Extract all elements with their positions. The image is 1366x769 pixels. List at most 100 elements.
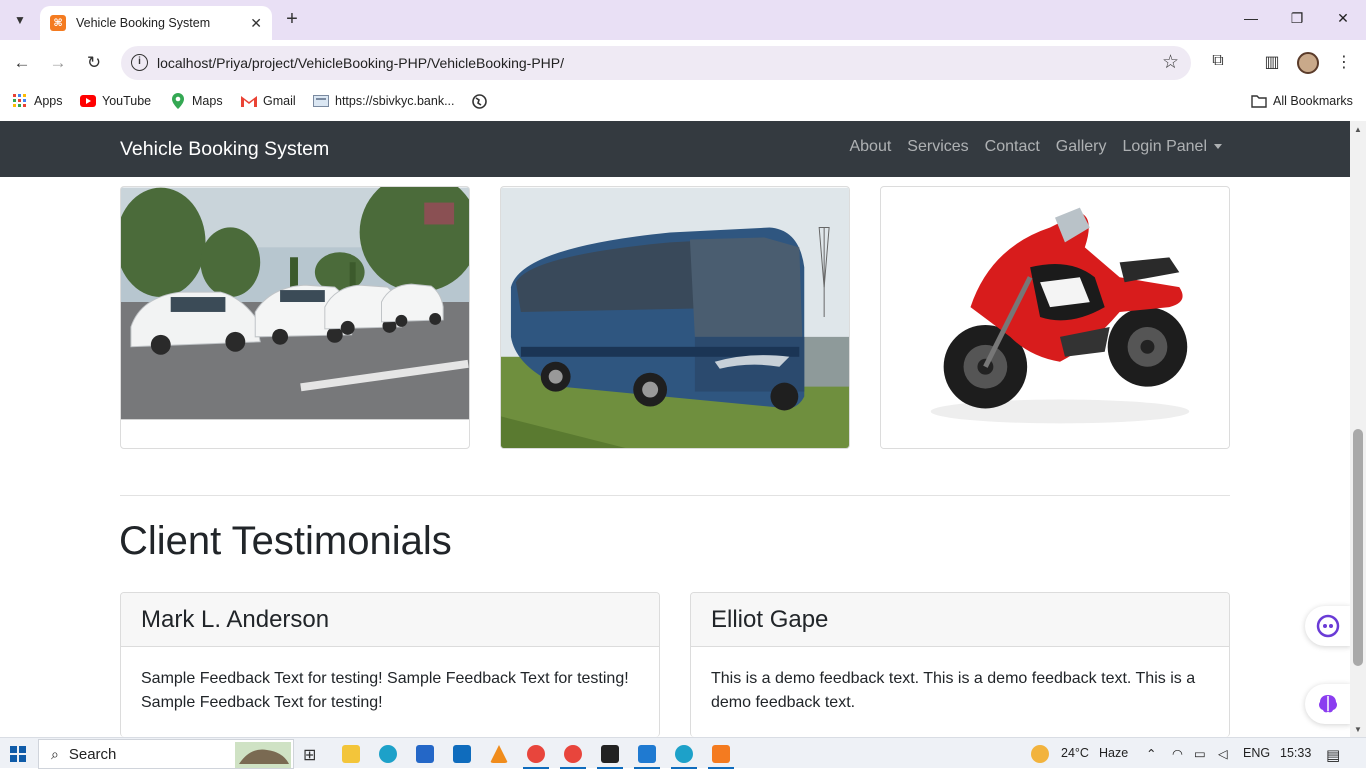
clock-time[interactable]: 15:33 xyxy=(1280,746,1311,760)
url-text[interactable]: localhost/Priya/project/VehicleBooking-P… xyxy=(157,55,564,71)
chrome-icon[interactable] xyxy=(523,745,549,769)
scrollbar-thumb[interactable] xyxy=(1353,429,1363,666)
testimonial-card: Elliot Gape This is a demo feedback text… xyxy=(690,592,1230,737)
address-bar[interactable]: i localhost/Priya/project/VehicleBooking… xyxy=(121,46,1191,80)
notifications-icon[interactable]: ▤ xyxy=(1326,746,1340,764)
nav-contact[interactable]: Contact xyxy=(985,138,1040,156)
testimonial-text: This is a demo feedback text. This is a … xyxy=(711,670,1196,711)
bookmark-globe[interactable] xyxy=(471,93,493,109)
extensions-icon[interactable]: ⧉ xyxy=(1207,52,1229,74)
weather-temp[interactable]: 24°C xyxy=(1061,746,1089,760)
red-motorcycle-photo xyxy=(881,187,1229,448)
site-brand[interactable]: Vehicle Booking System xyxy=(120,138,329,161)
page-viewport: Vehicle Booking System About Services Co… xyxy=(0,121,1350,737)
volume-icon[interactable]: ◁ xyxy=(1218,746,1228,761)
minimize-icon[interactable]: — xyxy=(1241,10,1261,26)
bookmark-label: Maps xyxy=(192,94,223,108)
chat-bot-icon xyxy=(1316,614,1340,638)
testimonial-text: Sample Feedback Text for testing! Sample… xyxy=(141,670,629,711)
taskbar-search[interactable]: ⌕ Search xyxy=(38,739,294,769)
testimonial-author: Mark L. Anderson xyxy=(121,593,659,647)
bookmark-label: https://sbivkyc.bank... xyxy=(335,94,455,108)
site-navbar: Vehicle Booking System About Services Co… xyxy=(0,121,1350,177)
taskbar-search-label: Search xyxy=(68,745,117,763)
search-icon: ⌕ xyxy=(51,745,59,762)
nav-links: About Services Contact Gallery Login Pan… xyxy=(833,138,1222,156)
file-explorer-icon[interactable] xyxy=(342,745,360,763)
bookmarks-bar: Apps YouTube Maps Gmail https://sbivkyc.… xyxy=(0,86,1366,121)
xampp-taskbar-icon[interactable] xyxy=(708,745,734,769)
weather-haze-icon[interactable] xyxy=(1031,745,1049,763)
maps-pin-icon xyxy=(170,93,186,109)
login-panel-label: Login Panel xyxy=(1122,138,1207,155)
all-bookmarks[interactable]: All Bookmarks xyxy=(1251,93,1353,109)
task-view-icon[interactable]: ⊞ xyxy=(303,745,321,764)
bookmark-maps[interactable]: Maps xyxy=(170,93,223,109)
back-icon[interactable]: ← xyxy=(11,52,33,74)
chrome-profile-icon[interactable] xyxy=(560,745,586,769)
nav-gallery[interactable]: Gallery xyxy=(1056,138,1107,156)
folder-icon xyxy=(1251,93,1267,109)
windows-taskbar: ⌕ Search ⊞ 24°C Haze ⌃ ◠ ▭ ◁ ENG 15:33 ▤ xyxy=(0,737,1366,769)
close-window-icon[interactable]: ✕ xyxy=(1333,10,1353,27)
store-icon[interactable] xyxy=(416,745,434,763)
reload-icon[interactable]: ↻ xyxy=(83,52,105,74)
restore-icon[interactable]: ❐ xyxy=(1287,10,1307,27)
dropdown-caret-icon xyxy=(1214,144,1222,150)
section-divider xyxy=(120,495,1230,496)
windows-start-icon[interactable] xyxy=(10,746,26,762)
search-highlight-pangolin-icon xyxy=(235,742,291,768)
bookmark-label: Gmail xyxy=(263,94,296,108)
testimonial-author: Elliot Gape xyxy=(691,593,1229,647)
bookmark-gmail[interactable]: Gmail xyxy=(241,93,296,109)
ai-brain-button[interactable] xyxy=(1305,684,1350,724)
bookmark-star-icon[interactable]: ☆ xyxy=(1162,51,1179,74)
menu-kebab-icon[interactable]: ⋮ xyxy=(1333,52,1355,74)
edge-icon[interactable] xyxy=(379,745,397,763)
all-bookmarks-label: All Bookmarks xyxy=(1273,94,1353,108)
bookmark-sbivkyc[interactable]: https://sbivkyc.bank... xyxy=(313,93,455,109)
language-indicator[interactable]: ENG xyxy=(1243,746,1270,760)
profile-avatar[interactable] xyxy=(1297,52,1319,74)
testimonials-heading: Client Testimonials xyxy=(119,519,452,563)
close-tab-icon[interactable]: ✕ xyxy=(250,15,262,32)
testimonial-card: Mark L. Anderson Sample Feedback Text fo… xyxy=(120,592,660,737)
page-icon xyxy=(313,93,329,109)
bookmark-label: YouTube xyxy=(102,94,152,108)
bookmark-youtube[interactable]: YouTube xyxy=(80,93,151,109)
youtube-icon xyxy=(80,93,96,109)
taxi-cars-photo xyxy=(121,187,469,420)
wifi-icon[interactable]: ◠ xyxy=(1172,746,1183,761)
battery-icon[interactable]: ▭ xyxy=(1194,746,1206,761)
side-panel-icon[interactable]: ▥ xyxy=(1261,52,1283,74)
browser-tab[interactable]: ⌘ Vehicle Booking System ✕ xyxy=(40,6,272,40)
nav-login-panel[interactable]: Login Panel xyxy=(1122,138,1222,156)
scroll-up-icon[interactable]: ▲ xyxy=(1354,125,1362,134)
weather-desc[interactable]: Haze xyxy=(1099,746,1128,760)
nav-about[interactable]: About xyxy=(849,138,891,156)
mail-icon[interactable] xyxy=(453,745,471,763)
forward-icon[interactable]: → xyxy=(47,52,69,74)
new-tab-button[interactable]: + xyxy=(282,8,302,32)
site-info-icon[interactable]: i xyxy=(131,54,148,71)
page-scrollbar[interactable]: ▲ ▼ xyxy=(1350,121,1366,737)
tab-title: Vehicle Booking System xyxy=(76,16,211,30)
tray-chevron-icon[interactable]: ⌃ xyxy=(1146,746,1156,761)
tab-search-chevron-icon[interactable]: ▼ xyxy=(8,8,32,32)
gallery-card-taxi xyxy=(120,186,470,449)
vscode-icon[interactable] xyxy=(634,745,660,769)
vlc-icon[interactable] xyxy=(490,745,508,763)
scroll-down-icon[interactable]: ▼ xyxy=(1354,725,1362,734)
edge-dev-icon[interactable] xyxy=(671,745,697,769)
nav-services[interactable]: Services xyxy=(907,138,968,156)
greyhound-bus-photo xyxy=(501,187,849,448)
chat-assistant-button[interactable] xyxy=(1305,606,1350,646)
xampp-icon: ⌘ xyxy=(50,15,66,31)
brain-icon xyxy=(1319,695,1337,713)
gallery-card-motorcycle xyxy=(880,186,1230,449)
bookmark-apps[interactable]: Apps xyxy=(12,93,63,109)
terminal-icon[interactable] xyxy=(597,745,623,769)
globe-icon xyxy=(471,93,487,109)
gallery-card-bus xyxy=(500,186,850,449)
browser-tab-bar: ▼ ⌘ Vehicle Booking System ✕ + — ❐ ✕ xyxy=(0,0,1366,40)
